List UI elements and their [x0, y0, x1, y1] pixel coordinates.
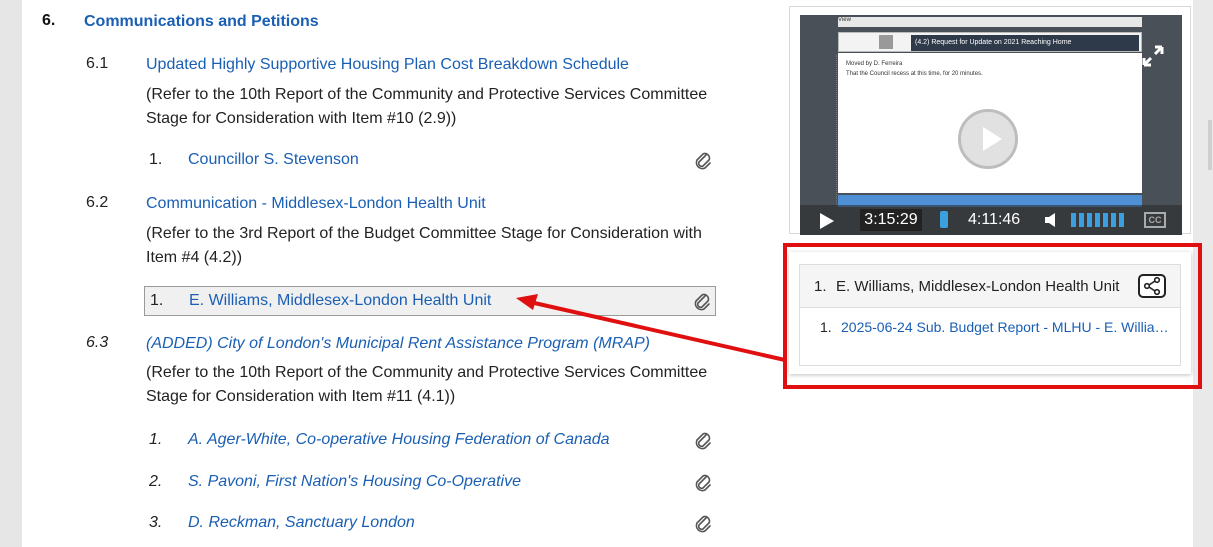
item-reference-line: Item #4 (4.2))	[146, 249, 243, 266]
share-button[interactable]	[1138, 274, 1166, 298]
attachment-link[interactable]: A. Ager-White, Co-operative Housing Fede…	[188, 431, 610, 449]
play-overlay-icon[interactable]	[958, 109, 1018, 169]
video-frame-title: (4.2) Request for Update on 2021 Reachin…	[911, 35, 1139, 51]
attachment-link[interactable]: D. Reckman, Sanctuary London	[188, 514, 415, 532]
attachment-number: 2.	[149, 473, 163, 490]
captions-button[interactable]: CC	[1144, 212, 1166, 228]
paperclip-icon[interactable]	[694, 150, 712, 170]
item-reference-line: (Refer to the 10th Report of the Communi…	[146, 364, 708, 381]
attachment-row[interactable]: 1. Councillor S. Stevenson	[144, 146, 716, 176]
paperclip-icon[interactable]	[694, 430, 712, 450]
item-reference: (Refer to the 10th Report of the Communi…	[146, 361, 726, 409]
attachment-row-selected[interactable]: 1. E. Williams, Middlesex-London Health …	[144, 286, 716, 316]
video-frame-header: (4.2) Request for Update on 2021 Reachin…	[838, 32, 1142, 52]
city-logo-icon	[879, 35, 893, 49]
section-title[interactable]: Communications and Petitions	[84, 13, 319, 31]
section-number: 6.	[42, 12, 56, 29]
paperclip-icon[interactable]	[694, 472, 712, 492]
attachment-number: 1.	[149, 151, 163, 168]
attachment-file-number: 1.	[820, 319, 832, 335]
item-number: 6.2	[86, 194, 109, 211]
attachment-panel-header: 1. E. Williams, Middlesex-London Health …	[800, 265, 1180, 308]
expand-icon[interactable]	[1142, 45, 1164, 67]
item-reference: (Refer to the 3rd Report of the Budget C…	[146, 222, 726, 270]
attachment-number: 1.	[149, 431, 163, 448]
item-reference-line: Stage for Consideration with Item #11 (4…	[146, 388, 456, 405]
attachment-link[interactable]: S. Pavoni, First Nation's Housing Co-Ope…	[188, 473, 521, 491]
attachment-panel: 1. E. Williams, Middlesex-London Health …	[789, 252, 1191, 374]
attachment-panel-inner: 1. E. Williams, Middlesex-London Health …	[799, 264, 1181, 366]
attachment-row[interactable]: 2. S. Pavoni, First Nation's Housing Co-…	[144, 468, 716, 498]
item-title-link[interactable]: Updated Highly Supportive Housing Plan C…	[146, 56, 629, 74]
paperclip-icon[interactable]	[693, 291, 711, 311]
attachment-link[interactable]: E. Williams, Middlesex-London Health Uni…	[189, 292, 491, 310]
item-reference-line: Stage for Consideration with Item #10 (2…	[146, 110, 457, 127]
attachment-panel-number: 1.	[814, 278, 827, 295]
video-doc-line: That the Council recess at this time, fo…	[846, 71, 983, 77]
right-scroll-gutter	[1193, 0, 1213, 547]
video-frame-gutter	[822, 55, 837, 205]
attachment-number: 1.	[150, 292, 164, 309]
video-controls: 3:15:29 4:11:46 CC	[800, 205, 1182, 235]
item-number: 6.1	[86, 55, 109, 72]
video-doc-line: Moved by D. Ferreira	[846, 61, 903, 67]
attachment-panel-title: E. Williams, Middlesex-London Health Uni…	[836, 278, 1120, 295]
volume-slider[interactable]	[1071, 213, 1127, 227]
item-reference: (Refer to the 10th Report of the Communi…	[146, 83, 726, 131]
play-icon[interactable]	[820, 213, 834, 229]
video-player[interactable]: View (4.2) Request for Update on 2021 Re…	[800, 15, 1182, 235]
paperclip-icon[interactable]	[694, 513, 712, 533]
attachment-row[interactable]: 1. A. Ager-White, Co-operative Housing F…	[144, 426, 716, 456]
attachment-link[interactable]: Councillor S. Stevenson	[188, 151, 359, 169]
video-card: View (4.2) Request for Update on 2021 Re…	[789, 6, 1191, 235]
current-time: 3:15:29	[860, 209, 922, 231]
item-title-link[interactable]: Communication - Middlesex-London Health …	[146, 195, 486, 213]
volume-icon[interactable]	[1044, 212, 1058, 228]
seek-handle[interactable]	[940, 211, 948, 228]
item-title-link[interactable]: (ADDED) City of London's Municipal Rent …	[146, 335, 650, 353]
item-reference-line: (Refer to the 3rd Report of the Budget C…	[146, 225, 702, 242]
video-frame-toolbar: View	[838, 17, 1142, 27]
duration: 4:11:46	[968, 211, 1021, 228]
attachment-file-link[interactable]: 2025-06-24 Sub. Budget Report - MLHU - E…	[841, 319, 1171, 335]
attachment-number: 3.	[149, 514, 163, 531]
item-reference-line: (Refer to the 10th Report of the Communi…	[146, 86, 708, 103]
attachment-row[interactable]: 3. D. Reckman, Sanctuary London	[144, 509, 716, 539]
scrollbar-thumb[interactable]	[1208, 120, 1212, 170]
share-icon	[1143, 276, 1161, 296]
item-number: 6.3	[86, 334, 109, 351]
